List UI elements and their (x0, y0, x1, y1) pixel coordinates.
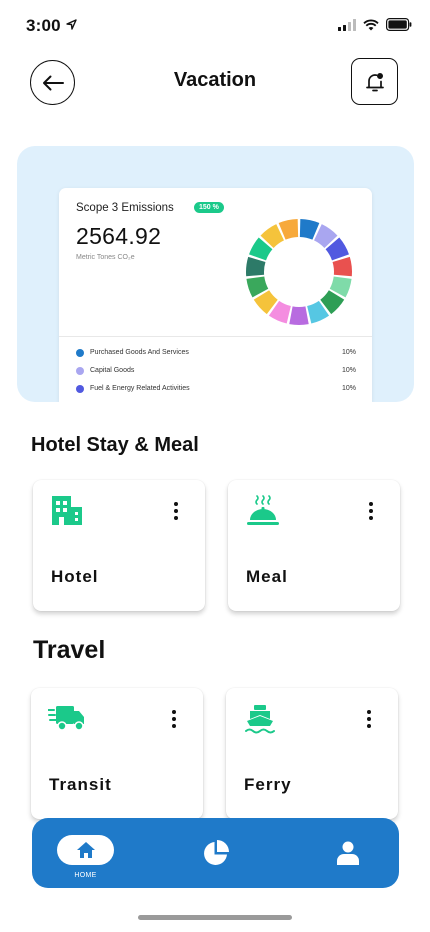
donut-segment (268, 300, 292, 324)
emissions-unit: Metric Tones CO₂e (76, 254, 135, 261)
home-icon (76, 842, 95, 858)
emissions-donut-chart (246, 219, 352, 325)
ship-icon (245, 705, 275, 734)
nav-home-button[interactable] (57, 835, 114, 865)
legend-percent: 10% (341, 385, 356, 392)
legend-row: Capital Goods 10% (76, 365, 356, 379)
notifications-button[interactable] (351, 58, 398, 105)
legend-percent: 10% (341, 367, 356, 374)
legend-percent: 10% (341, 349, 356, 356)
wifi-icon (363, 19, 379, 30)
emissions-hero-banner[interactable]: Scope 3 Emissions 150 % 2564.92 Metric T… (17, 146, 414, 402)
emissions-badge: 150 % (194, 202, 224, 213)
legend-row: Fuel & Energy Related Activities 10% (76, 383, 356, 397)
donut-segment (289, 306, 309, 325)
emissions-value: 2564.92 (76, 223, 162, 249)
tile-label: Hotel (51, 567, 99, 586)
tile-label: Meal (246, 567, 288, 586)
status-icons (338, 18, 412, 31)
tile-transit[interactable]: Transit (31, 688, 203, 819)
legend-dot (76, 349, 84, 357)
donut-segment (306, 300, 330, 324)
more-options-icon[interactable] (366, 710, 372, 728)
emissions-card: Scope 3 Emissions 150 % 2564.92 Metric T… (59, 188, 372, 402)
donut-segment (278, 219, 299, 240)
bell-icon (365, 72, 384, 91)
donut-segment (325, 237, 349, 261)
more-options-icon[interactable] (368, 502, 374, 520)
donut-segment (249, 237, 273, 261)
tile-hotel[interactable]: Hotel (33, 480, 205, 611)
donut-segment (332, 256, 352, 277)
tile-meal[interactable]: Meal (228, 480, 400, 611)
section-title-travel: Travel (33, 636, 106, 664)
tile-label: Ferry (244, 775, 292, 794)
tile-ferry[interactable]: Ferry (226, 688, 398, 819)
donut-segment (260, 224, 285, 249)
donut-segment (246, 256, 266, 277)
status-time: 3:00 (26, 16, 77, 36)
cellular-signal-icon (338, 18, 356, 31)
truck-icon (48, 706, 84, 731)
emissions-title: Scope 3 Emissions (76, 202, 174, 214)
building-icon (52, 496, 82, 525)
nav-home-label: HOME (74, 872, 97, 879)
donut-segment (299, 219, 320, 240)
legend-label: Capital Goods (90, 367, 135, 374)
status-bar: 3:00 (0, 0, 430, 52)
location-arrow-icon (66, 19, 77, 30)
legend-dot (76, 367, 84, 375)
home-indicator (138, 915, 292, 920)
legend-label: Purchased Goods And Services (90, 349, 189, 356)
battery-icon (386, 18, 412, 31)
legend-label: Fuel & Energy Related Activities (90, 385, 190, 392)
donut-segment (329, 276, 352, 298)
profile-icon[interactable] (337, 841, 359, 865)
donut-segment (313, 224, 338, 249)
donut-segment (246, 276, 269, 298)
pie-chart-icon[interactable] (203, 840, 229, 866)
donut-segment (319, 289, 345, 315)
tile-label: Transit (49, 775, 112, 794)
more-options-icon[interactable] (173, 502, 179, 520)
section-title-hotel: Hotel Stay & Meal (31, 434, 199, 456)
donut-segment (253, 289, 279, 315)
legend-dot (76, 385, 84, 393)
legend-row: Purchased Goods And Services 10% (76, 347, 356, 361)
divider (59, 336, 372, 337)
more-options-icon[interactable] (171, 710, 177, 728)
food-tray-icon (247, 495, 279, 525)
bottom-nav: HOME (32, 818, 399, 888)
header: Vacation (0, 56, 430, 110)
